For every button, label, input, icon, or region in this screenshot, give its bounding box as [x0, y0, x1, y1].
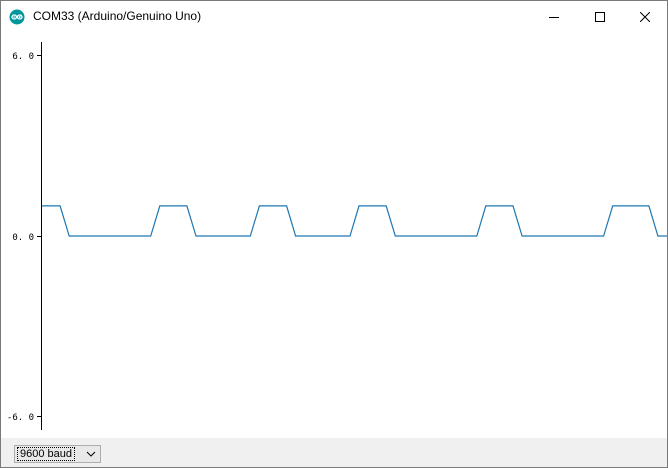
baud-rate-select[interactable]: 9600 baud	[14, 445, 101, 463]
chevron-down-icon	[86, 451, 96, 457]
arduino-logo-icon	[9, 9, 25, 25]
maximize-button[interactable]	[577, 1, 623, 32]
y-tick-label: 6. 0	[12, 52, 34, 62]
baud-rate-value: 9600 baud	[17, 447, 75, 461]
minimize-icon	[549, 16, 559, 18]
y-tick-label: 0. 0	[12, 233, 34, 243]
maximize-icon	[595, 11, 605, 22]
serial-plotter-window: COM33 (Arduino/Genuino Uno) 6. 0 0. 0 -6…	[0, 0, 668, 468]
y-tick-label: -6. 0	[7, 413, 34, 423]
window-title: COM33 (Arduino/Genuino Uno)	[33, 9, 202, 23]
minimize-button[interactable]	[531, 1, 577, 32]
close-button[interactable]	[622, 1, 668, 32]
plot-area: 6. 0 0. 0 -6. 0	[7, 42, 667, 430]
series-line	[42, 205, 667, 237]
title-bar[interactable]: COM33 (Arduino/Genuino Uno)	[1, 1, 667, 32]
bottom-bar: 9600 baud	[1, 438, 667, 467]
close-icon	[640, 11, 650, 22]
